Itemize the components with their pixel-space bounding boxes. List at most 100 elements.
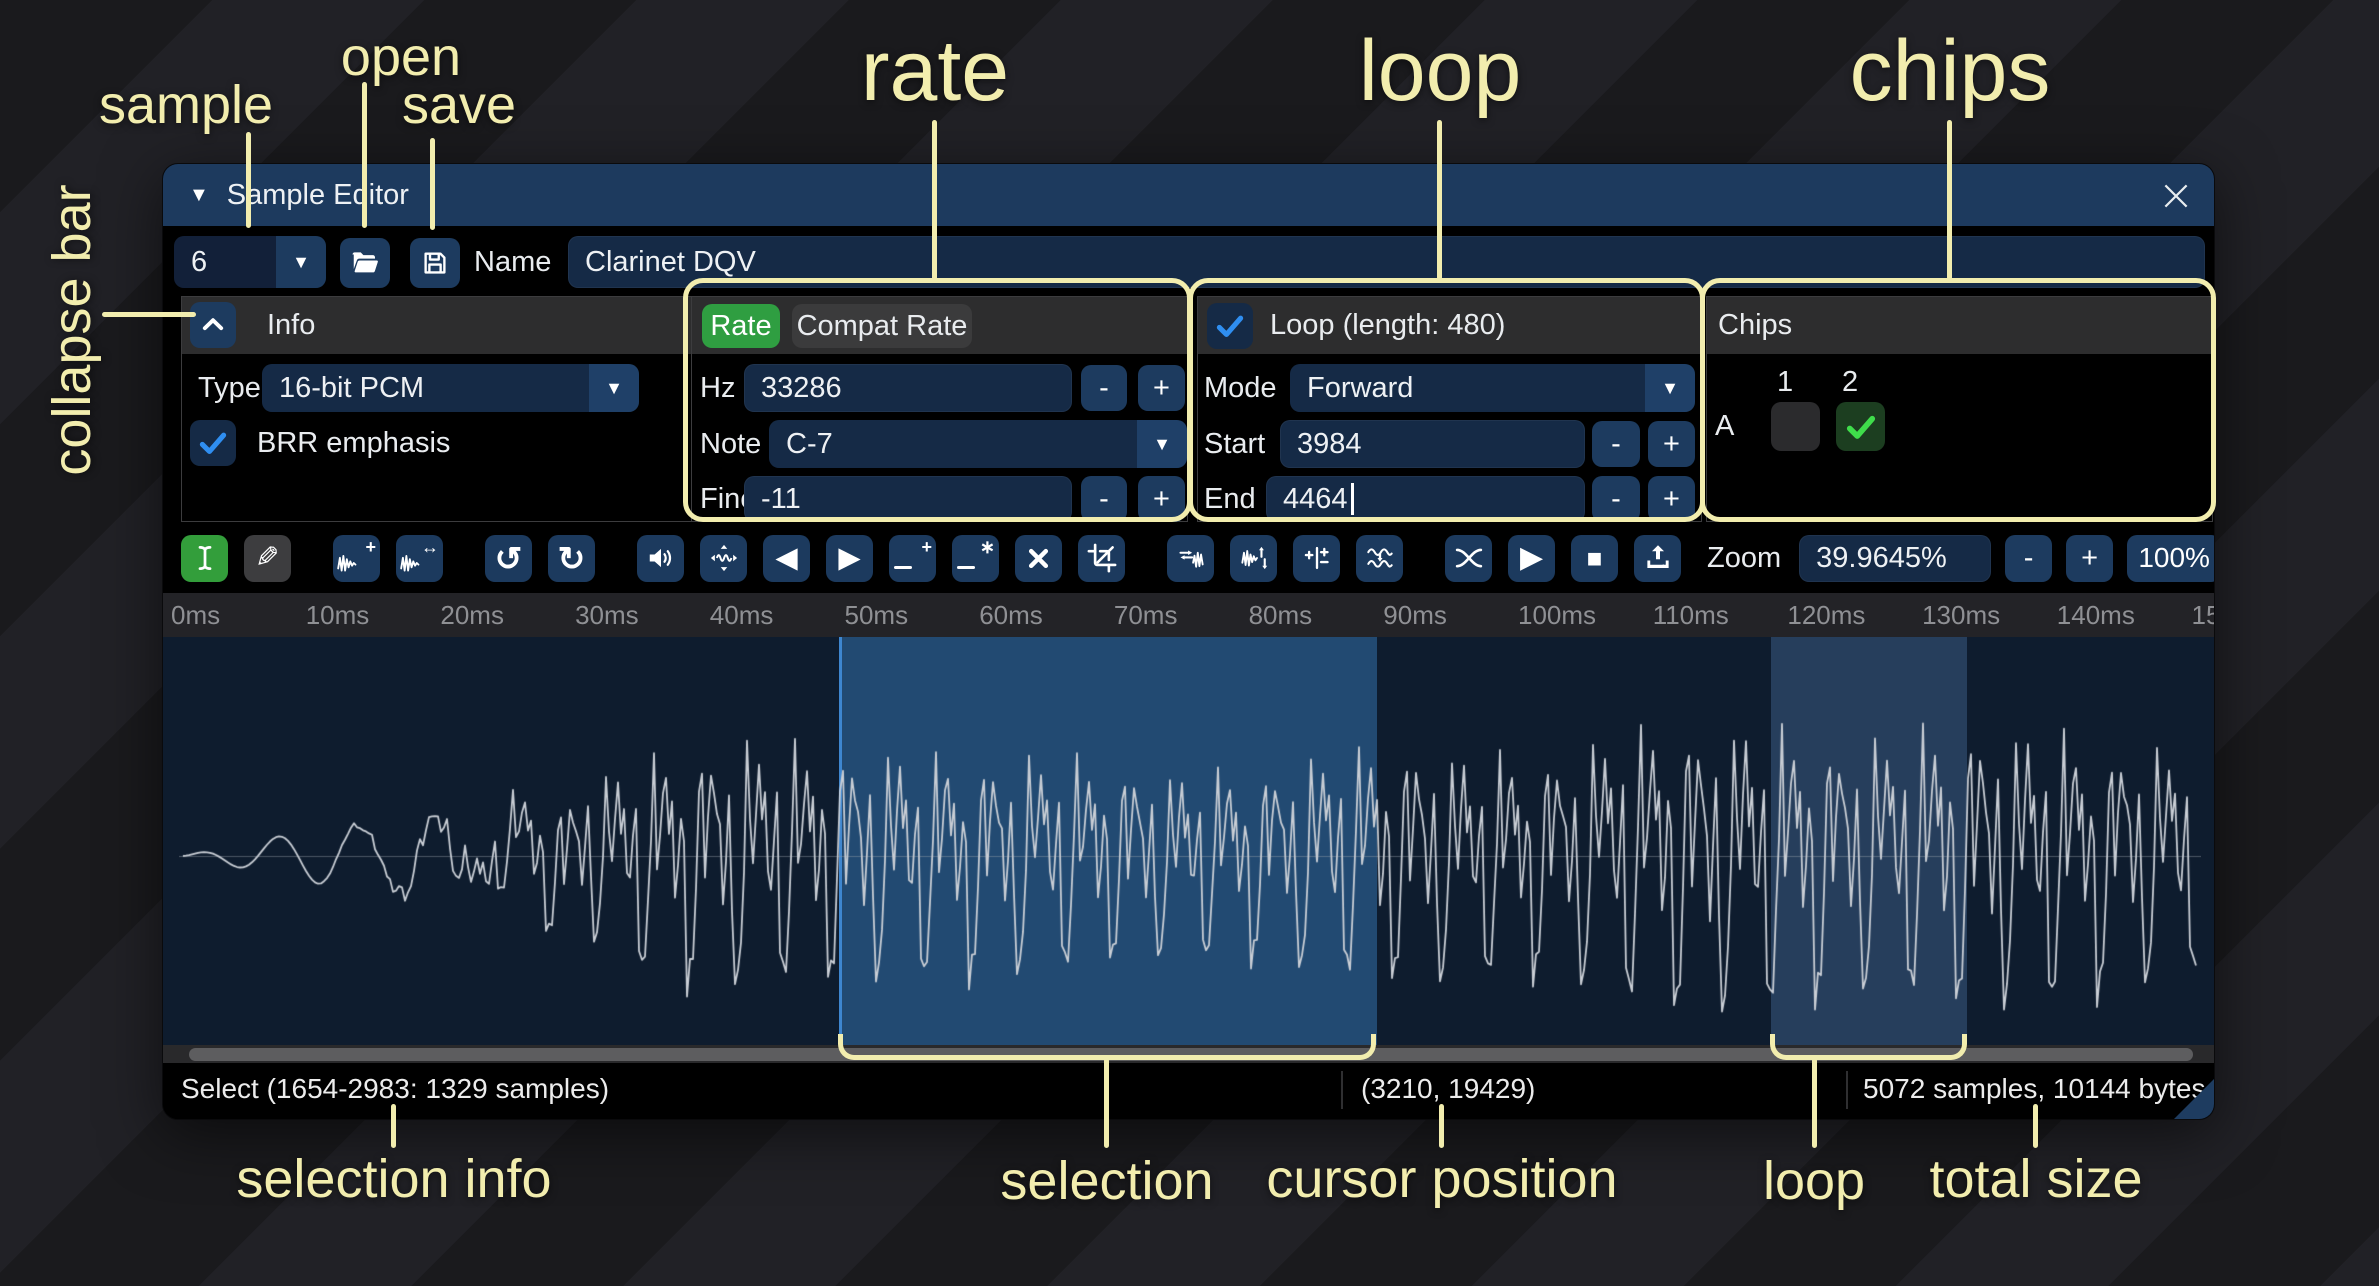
pan-button[interactable] (700, 535, 747, 582)
timeline-ruler[interactable]: 0ms10ms20ms30ms40ms50ms60ms70ms80ms90ms1… (163, 593, 2214, 637)
annotation-selection: selection (1000, 1150, 1213, 1212)
insert-silence-button[interactable]: + (889, 535, 936, 582)
annotation-line-save (430, 138, 435, 230)
draw-button[interactable]: ✎ (244, 535, 291, 582)
collapse-bar-button[interactable] (190, 302, 236, 348)
signed-unsigned-button[interactable] (1293, 535, 1340, 582)
annotation-box-chips (1700, 278, 2216, 522)
timeline-label: 130ms (1922, 593, 2000, 637)
annotation-line-total-size (2033, 1104, 2038, 1148)
annotation-line-collapse-bar (102, 312, 196, 317)
brr-emphasis-checkbox[interactable] (190, 420, 236, 466)
pan-icon (700, 535, 747, 582)
annotation-stem-selection (1104, 1058, 1109, 1148)
brr-emphasis-label: BRR emphasis (257, 420, 450, 466)
resample-icon: ↔ (396, 535, 443, 582)
select-icon (181, 535, 228, 582)
fade-out-icon: ▶ (826, 535, 873, 582)
resample-button[interactable]: ↔ (396, 535, 443, 582)
zoom-in-button[interactable]: + (2066, 535, 2113, 582)
toolbar: ✎+↔↺↻◀▶+∗▶■ Zoom 39.9645% - + 100% (163, 529, 2214, 587)
cursor-position-text: (3210, 19429) (1361, 1063, 1535, 1115)
close-button[interactable] (2158, 178, 2194, 214)
filter-icon (1356, 535, 1403, 582)
toolbar-group: ↺↻ (485, 535, 595, 582)
timeline-label: 50ms (845, 593, 909, 637)
reverse-icon (1167, 535, 1214, 582)
waveform-canvas[interactable] (179, 637, 2201, 1045)
timeline-label: 110ms (1653, 593, 1729, 637)
preview-button[interactable] (637, 535, 684, 582)
invert-button[interactable] (1230, 535, 1277, 582)
annotation-total-size: total size (1929, 1148, 2142, 1210)
zoom-out-button[interactable]: - (2005, 535, 2052, 582)
open-folder-icon (350, 248, 380, 278)
zoom-reset-button[interactable]: 100% (2127, 535, 2215, 582)
annotation-line-open (362, 82, 367, 228)
type-dropdown[interactable]: 16-bit PCM ▼ (262, 364, 639, 412)
stop-icon: ■ (1571, 535, 1618, 582)
timeline-label: 150ms (2192, 593, 2216, 637)
apply-silence-icon: ∗ (952, 535, 999, 582)
filter-button[interactable] (1356, 535, 1403, 582)
annotation-collapse-bar: collapse bar (41, 184, 103, 475)
export-button[interactable] (1634, 535, 1681, 582)
toolbar-group (1167, 535, 1403, 582)
name-label: Name (474, 236, 551, 288)
delete-icon (1015, 535, 1062, 582)
amplify-icon: + (333, 535, 380, 582)
save-button[interactable] (410, 238, 460, 288)
annotation-chips: chips (1850, 22, 2051, 121)
annotation-line-cursor-position (1439, 1104, 1444, 1148)
annotation-line-sample (246, 132, 251, 228)
page: { "annotations": { "color": "#f2edae", "… (0, 0, 2379, 1286)
timeline-label: 90ms (1383, 593, 1447, 637)
info-panel: Info Type 16-bit PCM ▼ BRR emphasis (181, 296, 725, 522)
stop-button[interactable]: ■ (1571, 535, 1618, 582)
redo-button[interactable]: ↻ (548, 535, 595, 582)
close-icon (2159, 179, 2193, 213)
titlebar[interactable]: ▼ Sample Editor (163, 164, 2214, 226)
toolbar-group: +↔ (333, 535, 443, 582)
toolbar-group: ▶■ (1445, 535, 1681, 582)
timeline-label: 20ms (440, 593, 504, 637)
fade-in-button[interactable]: ◀ (763, 535, 810, 582)
undo-icon: ↺ (485, 535, 532, 582)
crossfade-icon (1445, 535, 1492, 582)
crossfade-button[interactable] (1445, 535, 1492, 582)
collapse-window-icon[interactable]: ▼ (189, 184, 209, 207)
annotation-loop-region: loop (1763, 1150, 1865, 1212)
play-button[interactable]: ▶ (1508, 535, 1555, 582)
timeline-label: 70ms (1114, 593, 1178, 637)
apply-silence-button[interactable]: ∗ (952, 535, 999, 582)
chevron-up-icon (198, 310, 228, 340)
dropdown-arrow-icon[interactable]: ▼ (589, 364, 639, 412)
amplify-button[interactable]: + (333, 535, 380, 582)
trim-button[interactable] (1078, 535, 1125, 582)
delete-button[interactable] (1015, 535, 1062, 582)
dropdown-arrow-icon[interactable]: ▼ (276, 236, 326, 288)
info-panel-header (182, 297, 724, 354)
reverse-button[interactable] (1167, 535, 1214, 582)
resize-grip[interactable] (2172, 1079, 2214, 1120)
zoom-input[interactable]: 39.9645% (1799, 535, 1991, 582)
annotation-line-selection-info (391, 1104, 396, 1148)
redo-icon: ↻ (548, 535, 595, 582)
waveform-display[interactable] (163, 637, 2214, 1045)
tool-groups: ✎+↔↺↻◀▶+∗▶■ (181, 535, 1681, 582)
select-button[interactable] (181, 535, 228, 582)
sample-number-dropdown[interactable]: 6 ▼ (174, 236, 326, 288)
open-button[interactable] (340, 238, 390, 288)
annotation-cursor-position: cursor position (1266, 1148, 1617, 1210)
timeline-label: 80ms (1249, 593, 1313, 637)
status-bar: Select (1654-2983: 1329 samples) (3210, … (163, 1063, 2214, 1120)
toolbar-group: ◀ ▶ + ∗ (637, 535, 1125, 582)
fade-out-button[interactable]: ▶ (826, 535, 873, 582)
status-separator (1846, 1071, 1848, 1109)
name-value: Clarinet DQV (585, 246, 756, 279)
annotation-sample: sample (99, 74, 273, 136)
undo-button[interactable]: ↺ (485, 535, 532, 582)
annotation-bracket-loop (1770, 1034, 1967, 1060)
annotation-bracket-selection (838, 1034, 1376, 1060)
annotation-save: save (402, 74, 516, 136)
